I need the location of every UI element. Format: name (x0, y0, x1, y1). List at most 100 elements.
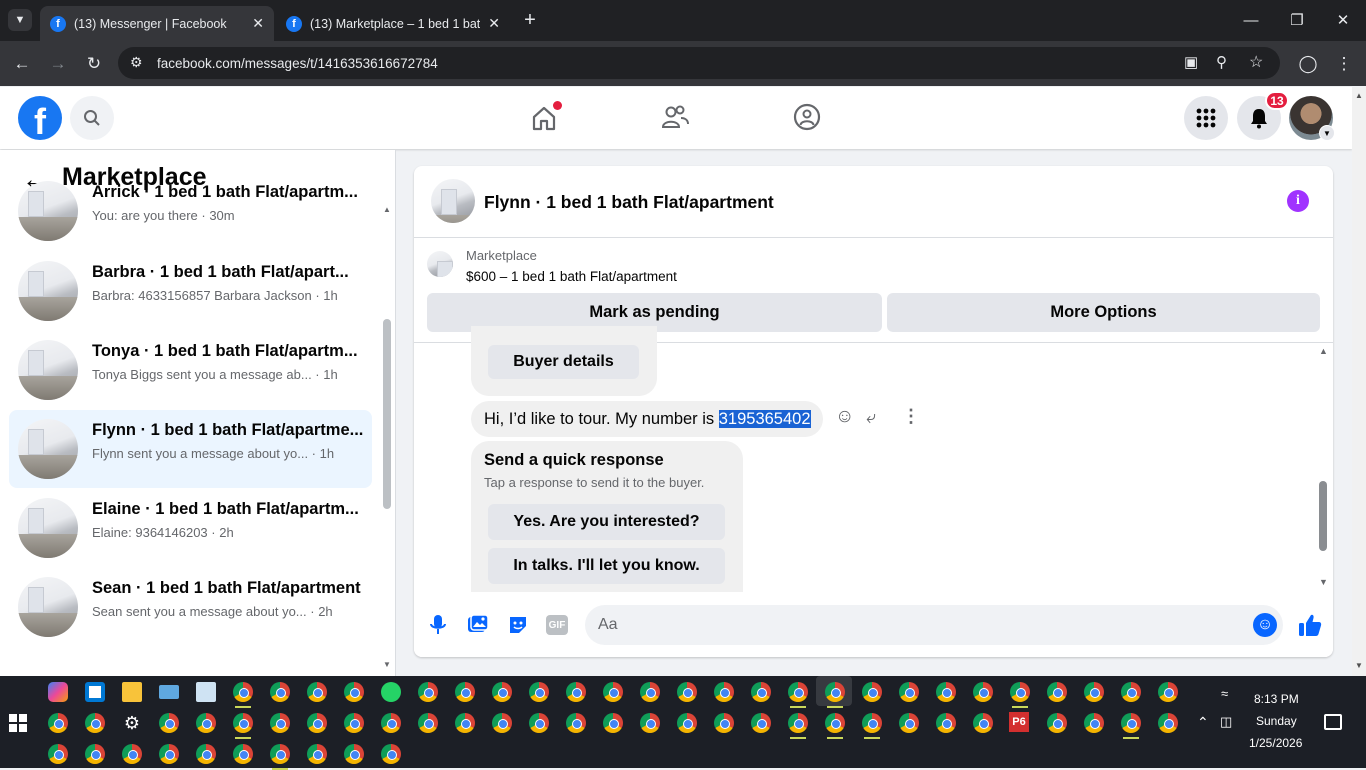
zoom-icon[interactable]: ⚲ (1216, 53, 1227, 71)
like-thumb-icon[interactable] (1297, 612, 1323, 638)
home-nav[interactable] (525, 99, 565, 139)
chrome-icon[interactable] (788, 713, 808, 733)
chrome-icon[interactable] (381, 744, 401, 764)
chrome-icon[interactable] (640, 713, 660, 733)
chrome-icon[interactable] (1084, 713, 1104, 733)
chrome-icon[interactable] (529, 713, 549, 733)
chrome-icon[interactable] (714, 682, 734, 702)
chrome-icon[interactable] (936, 713, 956, 733)
groups-nav[interactable] (792, 102, 826, 136)
chrome-icon[interactable] (159, 713, 179, 733)
chat-scroll-up-arrow-icon[interactable]: ▲ (1319, 346, 1328, 356)
chrome-icon[interactable] (973, 713, 993, 733)
chat-scrollbar-thumb[interactable] (1319, 481, 1327, 551)
chrome-icon[interactable] (159, 744, 179, 764)
chrome-icon[interactable] (603, 713, 623, 733)
conversation-item[interactable]: Elaine · 1 bed 1 bath Flat/apartm... Elai… (9, 489, 372, 567)
listing-small-thumbnail[interactable] (427, 251, 453, 277)
chrome-icon[interactable] (307, 713, 327, 733)
chrome-icon[interactable] (788, 682, 808, 702)
reply-icon[interactable]: ⤶ (866, 407, 876, 428)
chrome-icon[interactable] (973, 682, 993, 702)
chrome-icon[interactable] (899, 682, 919, 702)
scroll-up-arrow-icon[interactable]: ▲ (383, 205, 391, 214)
tab-messenger[interactable]: f (13) Messenger | Facebook ✕ (40, 6, 274, 41)
chrome-icon[interactable] (270, 744, 290, 764)
chrome-icon[interactable] (455, 713, 475, 733)
quick-response-yes-button[interactable]: Yes. Are you interested? (488, 504, 725, 540)
chrome-icon[interactable] (233, 713, 253, 733)
chrome-icon[interactable] (1158, 682, 1178, 702)
chrome-icon[interactable] (751, 713, 771, 733)
conversation-item[interactable]: Flynn · 1 bed 1 bath Flat/apartme... Flyn… (9, 410, 372, 488)
microphone-icon[interactable] (429, 614, 447, 636)
file-explorer-icon[interactable] (122, 682, 142, 702)
chrome-icon[interactable] (270, 682, 290, 702)
chrome-icon[interactable] (48, 744, 68, 764)
tab-search-button[interactable]: ▼ (8, 9, 32, 31)
battery-icon[interactable]: ◫ (1220, 714, 1232, 730)
settings-gear-icon[interactable]: ⚙ (122, 713, 142, 733)
chrome-icon[interactable] (825, 713, 845, 733)
chat-scroll-down-arrow-icon[interactable]: ▼ (1319, 577, 1328, 587)
listing-price[interactable]: $600 – 1 bed 1 bath Flat/apartment (466, 269, 677, 284)
tab-marketplace[interactable]: f (13) Marketplace – 1 bed 1 bath ✕ (276, 6, 510, 41)
chrome-icon[interactable] (1121, 682, 1141, 702)
restore-button[interactable]: ❐ (1282, 8, 1312, 32)
chrome-icon[interactable] (529, 682, 549, 702)
chrome-icon[interactable] (344, 682, 364, 702)
conversation-item[interactable]: Tonya · 1 bed 1 bath Flat/apartm... Tonya… (9, 331, 372, 409)
close-tab-icon[interactable]: ✕ (488, 15, 500, 32)
chrome-icon[interactable] (1158, 713, 1178, 733)
address-bar[interactable]: ⚙ facebook.com/messages/t/14163536166727… (118, 47, 1280, 79)
chrome-icon[interactable] (677, 713, 697, 733)
gif-icon[interactable]: GIF (546, 615, 568, 635)
scroll-down-arrow-icon[interactable]: ▼ (1355, 661, 1363, 670)
react-emoji-icon[interactable]: ☺ (835, 406, 854, 428)
chat-listing-avatar[interactable] (431, 179, 475, 223)
message-input[interactable]: Aa ☺ (585, 605, 1283, 645)
chrome-icon[interactable] (751, 682, 771, 702)
quick-response-talks-button[interactable]: In talks. I'll let you know. (488, 548, 725, 584)
chrome-icon[interactable] (381, 713, 401, 733)
back-icon[interactable]: ← (10, 52, 34, 76)
phone-number[interactable]: 3195365402 (718, 410, 811, 428)
chrome-icon[interactable] (640, 682, 660, 702)
chrome-icon[interactable] (492, 682, 512, 702)
forward-icon[interactable]: → (46, 52, 70, 76)
more-options-button[interactable]: More Options (887, 293, 1320, 332)
minimize-button[interactable]: — (1236, 8, 1266, 32)
chrome-icon[interactable] (122, 744, 142, 764)
chrome-icon[interactable] (233, 744, 253, 764)
chrome-icon[interactable] (1047, 713, 1067, 733)
menu-button[interactable] (1184, 96, 1228, 140)
chrome-icon[interactable] (233, 682, 253, 702)
chrome-icon[interactable] (344, 713, 364, 733)
chrome-icon[interactable] (418, 682, 438, 702)
chrome-icon[interactable] (455, 682, 475, 702)
chrome-icon[interactable] (418, 713, 438, 733)
chrome-icon[interactable] (936, 682, 956, 702)
bookmark-star-icon[interactable]: ☆ (1249, 52, 1263, 72)
chrome-icon[interactable] (1121, 713, 1141, 733)
chrome-icon[interactable] (85, 744, 105, 764)
start-button[interactable] (9, 714, 27, 732)
photo-icon[interactable] (467, 614, 489, 634)
scroll-down-arrow-icon[interactable]: ▼ (383, 660, 391, 669)
info-button[interactable]: i (1287, 190, 1309, 212)
clock-date[interactable]: 1/25/2026 (1249, 736, 1302, 750)
chrome-icon[interactable] (862, 713, 882, 733)
more-actions-icon[interactable]: ⋮ (902, 406, 920, 427)
chrome-icon[interactable] (566, 682, 586, 702)
close-window-button[interactable]: ✕ (1328, 8, 1358, 32)
reload-icon[interactable]: ↻ (82, 52, 106, 76)
account-chevron-icon[interactable]: ▼ (1319, 125, 1335, 141)
conversation-item[interactable]: Barbra · 1 bed 1 bath Flat/apart... Barbr… (9, 252, 372, 330)
buyer-message-bubble[interactable]: Hi, I’d like to tour. My number is 31953… (471, 401, 823, 437)
chrome-icon[interactable] (492, 713, 512, 733)
chrome-icon[interactable] (85, 713, 105, 733)
close-tab-icon[interactable]: ✕ (252, 15, 264, 32)
profile-icon[interactable]: ◯ (1296, 52, 1320, 76)
menu-kebab-icon[interactable]: ⋮ (1332, 52, 1356, 76)
scroll-up-arrow-icon[interactable]: ▲ (1355, 91, 1363, 100)
